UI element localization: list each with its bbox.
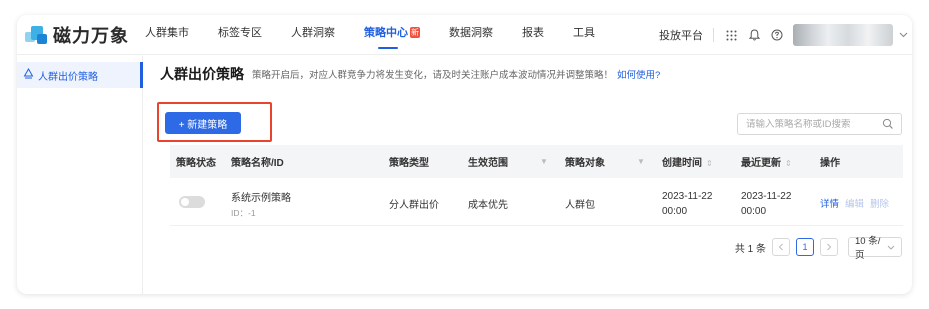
column-header-name: 策略名称/ID (231, 158, 284, 169)
created-date: 2023-11-22 (662, 191, 713, 202)
page-size-value: 10 条/页 (855, 236, 881, 261)
brand-name: 磁力万象 (53, 26, 129, 46)
column-header-scope: 生效范围 (468, 158, 508, 169)
next-page-button[interactable] (820, 238, 838, 256)
total-count: 共 1 条 (734, 243, 766, 255)
new-badge: 新 (410, 27, 420, 38)
how-to-use-link[interactable]: 如何使用? (617, 67, 660, 81)
app-window: 磁力万象 人群集市 标签专区 人群洞察 策略中心新 数据洞察 报表 工具 投放平… (17, 15, 912, 294)
pagination: 共 1 条 1 10 条/页 (734, 236, 902, 261)
header-divider (713, 28, 714, 42)
strategy-search-box (737, 113, 902, 135)
bell-icon[interactable] (747, 28, 761, 42)
strategy-id: ID：-1 (231, 208, 256, 218)
nav-item-reports[interactable]: 报表 (522, 15, 544, 55)
column-header-type: 策略类型 (389, 158, 429, 169)
nav-item-data-insight[interactable]: 数据洞察 (449, 15, 493, 55)
column-header-updated[interactable]: 最近更新 ⇕ (741, 154, 792, 169)
title-row: 人群出价策略 策略开启后，对应人群竞争力将发生变化，请及时关注账户成本波动情况并… (160, 64, 660, 84)
page-number-button[interactable]: 1 (796, 238, 814, 256)
nav-item-tools[interactable]: 工具 (573, 15, 595, 55)
updated-sort-icon[interactable]: ⇕ (785, 159, 792, 168)
help-icon[interactable] (770, 28, 784, 42)
created-header-label: 创建时间 (662, 158, 702, 169)
created-time-cell: 2023-11-22 00:00 (662, 189, 712, 219)
search-icon[interactable] (882, 118, 894, 130)
sidebar-item-crowd-bid-strategy[interactable]: 人群出价策略 (17, 62, 143, 88)
delete-link[interactable]: 删除 (870, 199, 889, 210)
strategy-scope: 成本优先 (468, 200, 508, 211)
nav-item-strategy-center[interactable]: 策略中心新 (364, 15, 420, 55)
page-description: 策略开启后，对应人群竞争力将发生变化，请及时关注账户成本波动情况并调整策略！ (252, 70, 614, 81)
column-header-created[interactable]: 创建时间 ⇕ (662, 154, 713, 169)
page-title: 人群出价策略 (160, 66, 244, 82)
updated-time-cell: 2023-11-22 00:00 (741, 189, 791, 219)
user-avatar[interactable] (793, 24, 893, 46)
strategy-type: 分人群出价 (389, 200, 439, 211)
nav-item-crowd-insight[interactable]: 人群洞察 (291, 15, 335, 55)
nav-item-tag-zone[interactable]: 标签专区 (218, 15, 262, 55)
sidebar: 人群出价策略 (17, 56, 143, 294)
updated-date: 2023-11-22 (741, 191, 792, 202)
header-right-tools: 投放平台 (659, 15, 912, 55)
detail-link[interactable]: 详情 (820, 199, 839, 210)
chevron-down-icon[interactable] (899, 29, 908, 41)
brand-logo[interactable]: 磁力万象 (25, 22, 129, 48)
actions-cell: 详情 编辑 删除 (820, 196, 895, 210)
updated-header-label: 最近更新 (741, 158, 781, 169)
main-content: 人群出价策略 策略开启后，对应人群竞争力将发生变化，请及时关注账户成本波动情况并… (144, 56, 912, 294)
column-header-actions: 操作 (820, 158, 840, 169)
logo-mark-icon (25, 24, 49, 46)
strategy-table: 策略状态 策略名称/ID 策略类型 生效范围 ▼ 策略对象 ▼ 创建时间 ⇕ 最近… (170, 145, 903, 226)
chevron-down-icon (887, 243, 895, 252)
prev-page-button[interactable] (772, 238, 790, 256)
page-size-select[interactable]: 10 条/页 (848, 236, 902, 261)
strategy-name: 系统示例策略 (231, 193, 291, 204)
table-header: 策略状态 策略名称/ID 策略类型 生效范围 ▼ 策略对象 ▼ 创建时间 ⇕ 最近… (170, 145, 903, 178)
created-time: 00:00 (662, 206, 688, 217)
table-row: 系统示例策略 ID：-1 分人群出价 成本优先 人群包 2023-11-22 0… (170, 178, 903, 226)
main-nav: 人群集市 标签专区 人群洞察 策略中心新 数据洞察 报表 工具 (145, 15, 624, 55)
created-sort-icon[interactable]: ⇕ (706, 159, 713, 168)
sidebar-item-label: 人群出价策略 (38, 71, 98, 83)
strategy-icon (23, 67, 34, 82)
ad-platform-link[interactable]: 投放平台 (659, 27, 703, 43)
nav-item-crowd-market[interactable]: 人群集市 (145, 15, 189, 55)
apps-grid-icon[interactable] (724, 28, 738, 42)
edit-link[interactable]: 编辑 (845, 199, 864, 210)
column-header-target: 策略对象 (565, 158, 605, 169)
status-toggle[interactable] (179, 196, 205, 208)
column-header-status: 策略状态 (176, 158, 216, 169)
nav-item-strategy-center-label: 策略中心 (364, 27, 408, 39)
status-toggle-cell (179, 196, 205, 208)
search-input[interactable] (746, 118, 876, 130)
strategy-target: 人群包 (565, 200, 595, 211)
top-nav-bar: 磁力万象 人群集市 标签专区 人群洞察 策略中心新 数据洞察 报表 工具 投放平… (17, 15, 912, 55)
new-strategy-button[interactable]: + 新建策略 (165, 112, 241, 134)
updated-time: 00:00 (741, 206, 767, 217)
scope-filter-icon[interactable]: ▼ (540, 157, 548, 166)
strategy-name-cell: 系统示例策略 ID：-1 (231, 189, 291, 219)
target-filter-icon[interactable]: ▼ (637, 157, 645, 166)
